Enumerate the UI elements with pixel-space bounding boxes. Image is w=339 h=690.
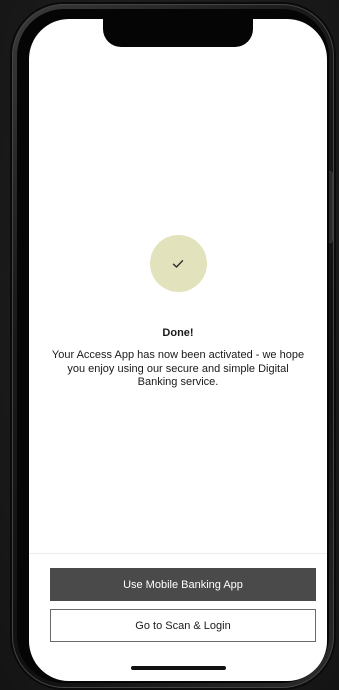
success-message: Your Access App has now been activated -… — [51, 349, 305, 388]
success-content: Done! Your Access App has now been activ… — [29, 19, 327, 549]
success-title: Done! — [162, 327, 194, 339]
home-indicator[interactable] — [131, 666, 226, 670]
phone-bezel: Done! Your Access App has now been activ… — [17, 9, 329, 683]
app-screen: Done! Your Access App has now been activ… — [29, 19, 327, 681]
device-stage: Done! Your Access App has now been activ… — [0, 0, 339, 690]
use-mobile-banking-button[interactable]: Use Mobile Banking App — [50, 568, 316, 601]
scan-and-login-button[interactable]: Go to Scan & Login — [50, 609, 316, 642]
footer-divider — [29, 553, 327, 554]
success-badge — [149, 235, 207, 292]
checkmark-icon — [172, 259, 184, 268]
phone-frame: Done! Your Access App has now been activ… — [12, 4, 334, 688]
